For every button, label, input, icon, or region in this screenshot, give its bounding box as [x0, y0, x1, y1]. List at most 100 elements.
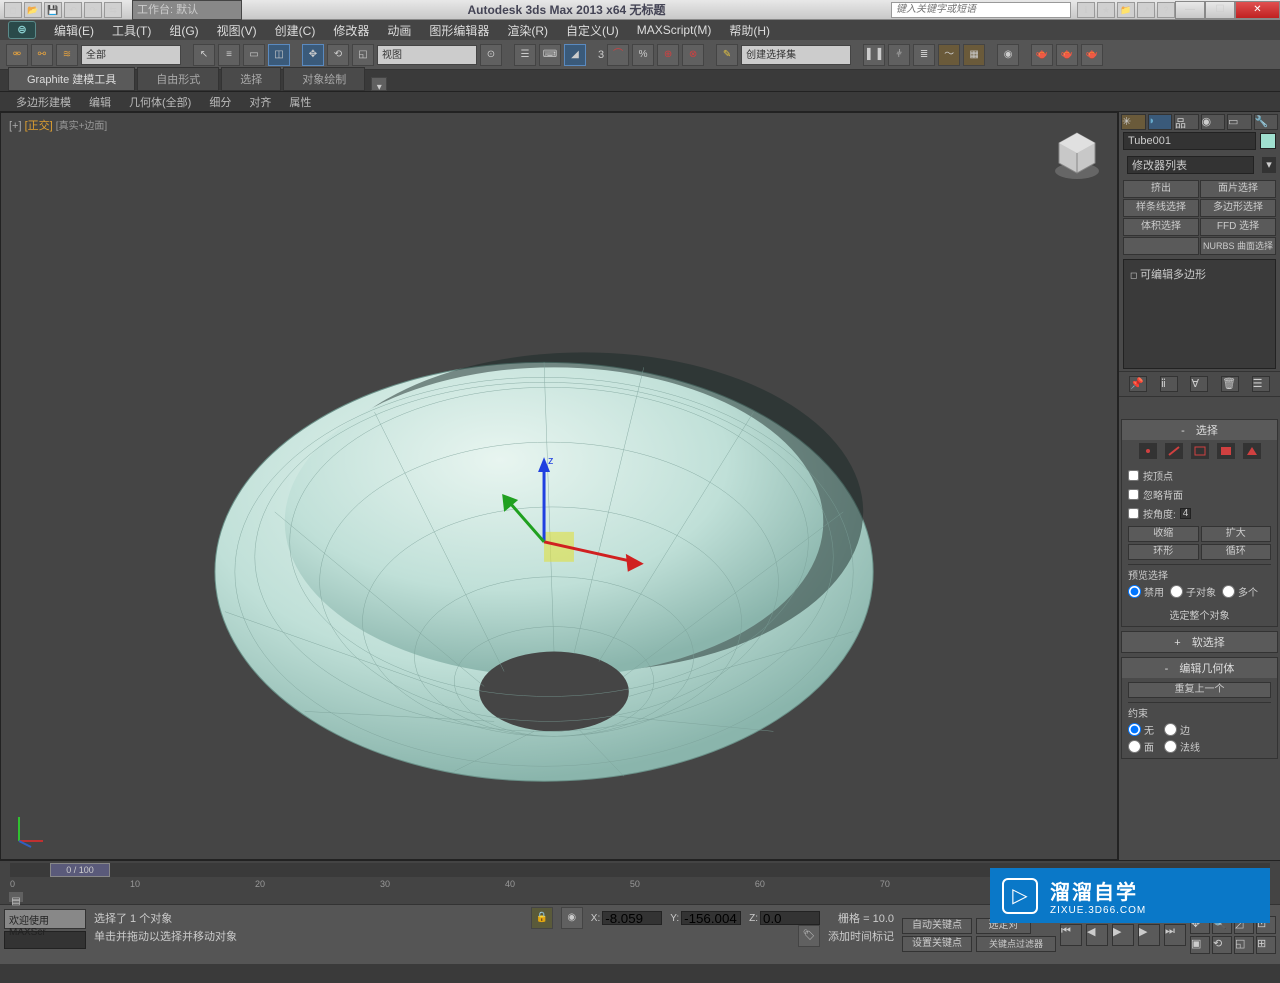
- select-icon[interactable]: ↖: [193, 44, 215, 66]
- maximize-button[interactable]: ☐: [1205, 1, 1235, 19]
- radio-subobj[interactable]: 子对象: [1170, 584, 1216, 599]
- mod-polysel-button[interactable]: 多边形选择: [1200, 199, 1276, 217]
- move-tool-icon[interactable]: ✥: [302, 44, 324, 66]
- star-icon[interactable]: ★: [1097, 2, 1115, 18]
- motion-tab-icon[interactable]: ◉: [1201, 114, 1226, 130]
- select-name-icon[interactable]: ≡: [218, 44, 240, 66]
- ring-button[interactable]: 环形: [1128, 544, 1199, 560]
- stack-item-editable-poly[interactable]: 可编辑多边形: [1128, 264, 1271, 284]
- byvertex-checkbox[interactable]: 按顶点: [1128, 466, 1271, 485]
- mod-ffdsel-button[interactable]: FFD 选择: [1200, 218, 1276, 236]
- polygon-level-icon[interactable]: [1217, 443, 1235, 459]
- menu-create[interactable]: 创建(C): [275, 22, 316, 39]
- nav-extents-icon[interactable]: ▣: [1190, 936, 1210, 954]
- undo-icon[interactable]: ↶: [64, 2, 82, 18]
- modifier-list-dropdown[interactable]: 修改器列表: [1127, 156, 1254, 174]
- scale-tool-icon[interactable]: ◱: [352, 44, 374, 66]
- menu-view[interactable]: 视图(V): [217, 22, 257, 39]
- named-sel-set[interactable]: 创建选择集: [741, 45, 851, 65]
- ref-coord-system[interactable]: 视图: [377, 45, 477, 65]
- trackbar-toggle-icon[interactable]: ▤: [8, 891, 24, 903]
- next-frame-icon[interactable]: ▶: [1138, 924, 1160, 946]
- select-rect-icon[interactable]: ▭: [243, 44, 265, 66]
- curve-editor-icon[interactable]: 〜: [938, 44, 960, 66]
- snap-options-icon[interactable]: ⊗: [682, 44, 704, 66]
- constraint-none[interactable]: 无: [1128, 722, 1154, 737]
- edge-level-icon[interactable]: [1165, 443, 1183, 459]
- close-button[interactable]: ✕: [1235, 1, 1280, 19]
- mod-empty-button[interactable]: [1123, 237, 1199, 255]
- lock-selection-icon[interactable]: 🔒: [531, 907, 553, 929]
- workspace-selector[interactable]: 工作台: 默认: [132, 0, 242, 20]
- remove-mod-icon[interactable]: 🗑: [1221, 376, 1239, 392]
- hierarchy-tab-icon[interactable]: 品: [1174, 114, 1199, 130]
- app-logo-icon[interactable]: ⊜: [8, 21, 36, 39]
- byangle-checkbox[interactable]: 按角度:: [1128, 504, 1271, 523]
- nav-orbit-icon[interactable]: ⟲: [1212, 936, 1232, 954]
- play-icon[interactable]: ▶: [1112, 924, 1134, 946]
- layers-icon[interactable]: ≣: [913, 44, 935, 66]
- mirror-icon[interactable]: ▌▐: [863, 44, 885, 66]
- mod-volsel-button[interactable]: 体积选择: [1123, 218, 1199, 236]
- render-setup-icon[interactable]: 🫖: [1031, 44, 1053, 66]
- subtab-subdiv[interactable]: 细分: [201, 92, 239, 112]
- vertex-level-icon[interactable]: [1139, 443, 1157, 459]
- configure-icon[interactable]: ☰: [1252, 376, 1270, 392]
- subtab-props[interactable]: 属性: [281, 92, 319, 112]
- tab-freeform[interactable]: 自由形式: [137, 67, 219, 91]
- object-color-swatch[interactable]: [1260, 133, 1276, 149]
- subtab-edit[interactable]: 编辑: [81, 92, 119, 112]
- subtab-align[interactable]: 对齐: [241, 92, 279, 112]
- object-name-field[interactable]: Tube001: [1123, 132, 1256, 150]
- redo-icon[interactable]: ↷: [84, 2, 102, 18]
- angle-spinner[interactable]: [1180, 508, 1191, 519]
- element-level-icon[interactable]: [1243, 443, 1261, 459]
- menu-animation[interactable]: 动画: [387, 22, 411, 39]
- unique-icon[interactable]: ∀: [1190, 376, 1208, 392]
- bind-tool-icon[interactable]: ≋: [56, 44, 78, 66]
- mod-splinesel-button[interactable]: 样条线选择: [1123, 199, 1199, 217]
- setkey-button[interactable]: 设置关键点: [902, 936, 972, 952]
- help-search-input[interactable]: [891, 2, 1071, 18]
- prev-frame-icon[interactable]: ◀: [1086, 924, 1108, 946]
- utilities-tab-icon[interactable]: 🔧: [1254, 114, 1279, 130]
- autokey-button[interactable]: 自动关键点: [902, 918, 972, 934]
- menu-rendering[interactable]: 渲染(R): [507, 22, 548, 39]
- nav-extra-icon[interactable]: ⊞: [1256, 936, 1276, 954]
- subtab-poly[interactable]: 多边形建模: [8, 92, 79, 112]
- tab-paint[interactable]: 对象绘制: [283, 67, 365, 91]
- coord-x-input[interactable]: [602, 911, 662, 925]
- rollout-selection-header[interactable]: - 选择: [1122, 420, 1277, 440]
- modify-tab-icon[interactable]: ◗: [1148, 114, 1173, 130]
- time-tag-icon[interactable]: 🏷: [798, 925, 820, 947]
- show-result-icon[interactable]: ⅱ: [1160, 376, 1178, 392]
- constraint-edge[interactable]: 边: [1164, 722, 1190, 737]
- minimize-button[interactable]: —: [1175, 1, 1205, 19]
- save-icon[interactable]: 💾: [44, 2, 62, 18]
- coord-z-input[interactable]: [760, 911, 820, 925]
- menu-maxscript[interactable]: MAXScript(M): [637, 23, 712, 37]
- ribbon-collapse-icon[interactable]: ▾: [371, 77, 387, 91]
- open-icon[interactable]: 📂: [24, 2, 42, 18]
- align-icon[interactable]: ⫩: [888, 44, 910, 66]
- new-icon[interactable]: ◻: [4, 2, 22, 18]
- mod-nurbssel-button[interactable]: NURBS 曲面选择: [1200, 237, 1276, 255]
- coord-y-input[interactable]: [681, 911, 741, 925]
- constraint-normal[interactable]: 法线: [1164, 739, 1200, 754]
- mod-patchsel-button[interactable]: 面片选择: [1200, 180, 1276, 198]
- subtab-geom[interactable]: 几何体(全部): [121, 92, 199, 112]
- menu-customize[interactable]: 自定义(U): [566, 22, 619, 39]
- repeat-last-button[interactable]: 重复上一个: [1128, 682, 1271, 698]
- grow-button[interactable]: 扩大: [1201, 526, 1272, 542]
- constraint-face[interactable]: 面: [1128, 739, 1154, 754]
- display-tab-icon[interactable]: ▭: [1227, 114, 1252, 130]
- mod-extrude-button[interactable]: 挤出: [1123, 180, 1199, 198]
- rollout-editgeo-header[interactable]: - 编辑几何体: [1122, 658, 1277, 678]
- tab-graphite[interactable]: Graphite 建模工具: [8, 67, 135, 91]
- viewport[interactable]: [+] [正交] [真实+边面]: [0, 112, 1118, 860]
- create-tab-icon[interactable]: ✳: [1121, 114, 1146, 130]
- window-crossing-icon[interactable]: ◫: [268, 44, 290, 66]
- snap-percent-icon[interactable]: %: [632, 44, 654, 66]
- modifier-stack[interactable]: 可编辑多边形: [1123, 259, 1276, 369]
- material-editor-icon[interactable]: ◉: [997, 44, 1019, 66]
